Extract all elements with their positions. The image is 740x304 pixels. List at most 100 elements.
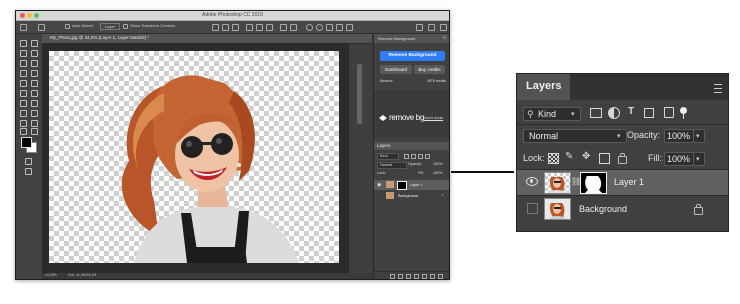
dashboard-button[interactable]: Dashboard <box>380 65 412 74</box>
lock-transparent-pixels-icon[interactable] <box>548 153 559 164</box>
filter-toggle[interactable] <box>680 107 687 119</box>
document-tab[interactable]: My_Photo.jpg @ 34,5% (Layer 1, Layer Mas… <box>42 34 372 44</box>
small-layer-row-layer1[interactable]: ◉ Layer 1 <box>374 180 449 190</box>
layer-thumbnail[interactable] <box>544 172 571 194</box>
small-filter-type-icon[interactable] <box>418 154 423 159</box>
3d-rotate-icon[interactable] <box>316 24 323 31</box>
fx-icon[interactable] <box>398 274 403 279</box>
eraser-tool-icon[interactable] <box>20 90 27 97</box>
transform-checkbox[interactable] <box>123 24 128 29</box>
fill-input[interactable]: 100% <box>664 152 694 166</box>
clone-stamp-icon[interactable] <box>20 80 27 87</box>
panel-menu-icon[interactable] <box>714 84 722 93</box>
hand-tool-icon[interactable] <box>20 128 27 135</box>
3d-pan-icon[interactable] <box>326 24 333 31</box>
small-filter-shape-icon[interactable] <box>425 154 430 159</box>
auto-select-dropdown[interactable]: Layer <box>100 23 121 30</box>
align-right-icon[interactable] <box>232 24 239 31</box>
eyedropper-icon[interactable] <box>31 60 38 67</box>
kind-filter-dropdown[interactable]: ⚲ Kind ▾ <box>523 107 581 121</box>
blend-mode-dropdown[interactable]: Normal ▾ <box>523 129 627 143</box>
visibility-toggle[interactable] <box>527 203 538 214</box>
crop-tool-icon[interactable] <box>20 60 27 67</box>
move-tool-icon[interactable] <box>38 24 45 31</box>
align-middle-icon[interactable] <box>256 24 263 31</box>
3d-scale-icon[interactable] <box>346 24 353 31</box>
shape-tool-icon[interactable] <box>31 120 38 127</box>
visibility-eye-icon[interactable] <box>526 177 538 186</box>
layer-name[interactable]: Layer 1 <box>614 177 644 187</box>
adjustment-layer-icon[interactable] <box>414 274 419 279</box>
fill-dropdown[interactable]: ▾ <box>693 152 705 166</box>
home-icon[interactable] <box>20 24 27 31</box>
layer-row-layer-1[interactable]: ⛓ Layer 1 <box>517 170 728 195</box>
small-layers-tab[interactable]: Layers <box>374 142 449 150</box>
filter-smart-object-icon[interactable] <box>664 107 674 118</box>
lasso-tool-icon[interactable] <box>20 50 27 57</box>
opacity-dropdown[interactable]: ▾ <box>693 129 705 143</box>
document-canvas[interactable] <box>49 51 339 263</box>
small-filter-adjust-icon[interactable] <box>411 154 416 159</box>
gradient-tool-icon[interactable] <box>31 90 38 97</box>
move-tool-icon[interactable] <box>20 40 27 47</box>
small-eye-icon[interactable]: ◉ <box>377 182 381 188</box>
small-layer-row-background[interactable]: Background ▪ <box>374 191 449 201</box>
3d-mode-icon[interactable] <box>306 24 313 31</box>
align-top-icon[interactable] <box>246 24 253 31</box>
add-mask-icon[interactable] <box>406 274 411 279</box>
align-center-icon[interactable] <box>222 24 229 31</box>
vertical-scrollbar[interactable] <box>349 44 372 273</box>
layers-tab[interactable]: Layers <box>517 74 570 100</box>
filter-pixel-icon[interactable] <box>590 108 602 118</box>
new-layer-icon[interactable] <box>430 274 435 279</box>
lock-image-pixels-icon[interactable]: ✎ <box>565 152 573 162</box>
zoom-tool-icon[interactable] <box>31 128 38 135</box>
foreground-color-swatch[interactable] <box>21 137 32 148</box>
search-icon[interactable] <box>416 24 423 31</box>
small-mask-thumbnail[interactable] <box>397 181 407 190</box>
filter-shape-icon[interactable] <box>644 108 654 118</box>
small-kind-filter[interactable]: Kind <box>377 153 399 160</box>
delete-layer-icon[interactable] <box>438 274 443 279</box>
quick-mask-icon[interactable] <box>25 158 32 165</box>
background-layer-name[interactable]: Background <box>579 204 627 214</box>
scrollbar-thumb[interactable] <box>357 64 362 124</box>
filter-type-icon[interactable]: T <box>628 107 634 117</box>
auto-select-checkbox[interactable] <box>65 24 70 29</box>
remove-background-button[interactable]: Remove Background <box>380 51 445 61</box>
layer-mask-thumbnail[interactable] <box>580 172 607 194</box>
buy-credits-button[interactable]: Buy credits <box>414 65 445 74</box>
align-left-icon[interactable] <box>212 24 219 31</box>
brush-tool-icon[interactable] <box>31 70 38 77</box>
lock-all-icon[interactable] <box>618 153 627 164</box>
3d-slide-icon[interactable] <box>336 24 343 31</box>
share-icon[interactable] <box>440 24 447 31</box>
screen-mode-icon[interactable] <box>25 168 32 175</box>
background-thumbnail[interactable] <box>544 198 571 220</box>
link-layers-icon[interactable] <box>390 274 395 279</box>
blur-tool-icon[interactable] <box>20 100 27 107</box>
marquee-tool-icon[interactable] <box>31 40 38 47</box>
history-brush-icon[interactable] <box>31 80 38 87</box>
distribute-icon[interactable] <box>280 24 287 31</box>
path-selection-icon[interactable] <box>20 120 27 127</box>
lock-position-icon[interactable]: ✥ <box>582 152 590 162</box>
how-it-works-link[interactable]: how it works <box>424 116 443 120</box>
opacity-input[interactable]: 100% <box>664 129 694 143</box>
small-blend-mode[interactable]: Normal <box>377 162 407 169</box>
distribute-v-icon[interactable] <box>290 24 297 31</box>
small-filter-pixel-icon[interactable] <box>404 154 409 159</box>
new-group-icon[interactable] <box>422 274 427 279</box>
magic-wand-icon[interactable] <box>31 50 38 57</box>
workspace-icon[interactable] <box>428 24 435 31</box>
lock-artboard-icon[interactable] <box>599 153 610 164</box>
layer-row-background[interactable]: Background <box>517 196 728 221</box>
small-fill-value[interactable]: 100% <box>433 171 443 175</box>
pen-tool-icon[interactable] <box>20 110 27 117</box>
dodge-tool-icon[interactable] <box>31 100 38 107</box>
type-tool-icon[interactable] <box>31 110 38 117</box>
align-bottom-icon[interactable] <box>266 24 273 31</box>
panel-menu-icon[interactable]: ≡ <box>443 35 446 41</box>
small-opacity-value[interactable]: 100% <box>433 162 443 166</box>
filter-adjustment-icon[interactable] <box>608 107 620 119</box>
